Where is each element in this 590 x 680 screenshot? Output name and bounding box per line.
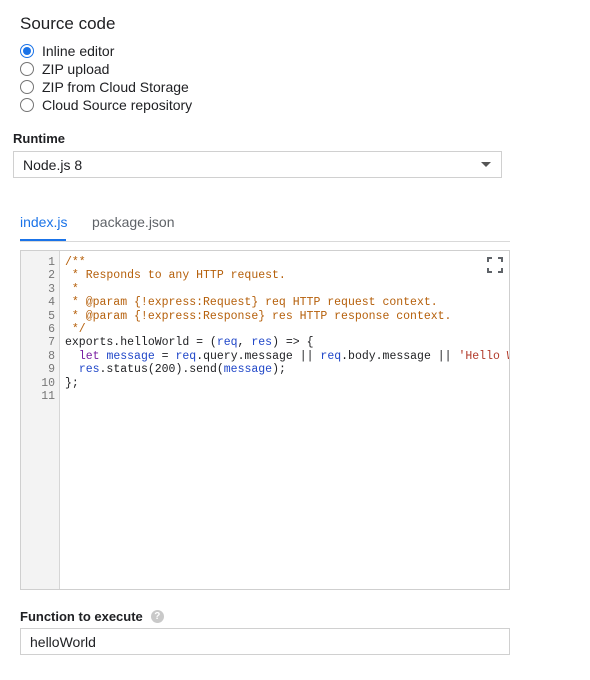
code-line: 7 exports.helloWorld = (req, res) => { — [21, 336, 509, 349]
source-code-title: Source code — [20, 14, 116, 33]
radio-cloud-source-repository[interactable]: Cloud Source repository — [20, 96, 192, 114]
radio-label: Inline editor — [42, 43, 115, 59]
line-number: 6 — [48, 322, 55, 336]
radio-inline-editor[interactable]: Inline editor — [20, 42, 114, 60]
runtime-select[interactable]: Node.js 8 — [13, 151, 502, 178]
line-number: 8 — [48, 349, 55, 363]
line-number: 2 — [48, 269, 55, 283]
line-number: 7 — [48, 336, 55, 350]
radio-zip-upload[interactable]: ZIP upload — [20, 60, 109, 78]
code-line: 6 */ — [21, 323, 509, 336]
code-line: 11 — [21, 390, 509, 403]
line-number: 11 — [41, 389, 55, 403]
code-text: * @param {!express:Request} req HTTP req… — [65, 296, 438, 310]
code-line: 2 * Responds to any HTTP request. — [21, 269, 509, 282]
runtime-label: Runtime — [13, 131, 65, 146]
code-text: * Responds to any HTTP request. — [65, 269, 286, 283]
runtime-value: Node.js 8 — [23, 156, 83, 173]
radio-unselected-icon[interactable] — [20, 62, 34, 76]
code-editor[interactable]: 1/** 2 * Responds to any HTTP request. 3 *… — [20, 250, 510, 590]
line-number: 5 — [48, 309, 55, 323]
radio-label: ZIP upload — [42, 61, 110, 77]
help-icon[interactable]: ? — [150, 610, 164, 623]
code-text: exports.helloWorld = (req, res) => { — [65, 336, 314, 350]
code-text: res.status(200).send(message); — [78, 363, 286, 377]
function-to-execute-input[interactable]: helloWorld — [20, 628, 510, 655]
line-number: 4 — [48, 296, 55, 310]
code-line: 1 /** — [21, 256, 509, 269]
code-text: }; — [65, 376, 79, 390]
function-to-execute-label: Function to execute ? — [20, 609, 164, 624]
code-lines: 1/** 2 * Responds to any HTTP request. 3 *… — [21, 256, 509, 403]
radio-selected-icon[interactable] — [20, 44, 34, 58]
code-text: * — [65, 282, 79, 296]
radio-zip-cloud-storage[interactable]: ZIP from Cloud Storage — [20, 78, 189, 96]
code-line: 10}; — [21, 377, 509, 390]
active-tab-indicator — [20, 239, 66, 241]
fullscreen-icon[interactable] — [487, 257, 503, 273]
code-line: 9 res.status(200).send(message); — [21, 363, 509, 376]
radio-unselected-icon[interactable] — [20, 98, 34, 112]
function-label-text: Function to execute — [20, 609, 143, 624]
tab-package-json[interactable]: package.json — [92, 214, 175, 230]
radio-label: Cloud Source repository — [42, 97, 193, 113]
chevron-down-icon — [481, 162, 491, 167]
radio-unselected-icon[interactable] — [20, 80, 34, 94]
code-text: let message = req.query.message || req.b… — [78, 349, 509, 363]
line-number: 9 — [48, 363, 55, 377]
code-line: 5 * @param {!express:Response} res HTTP … — [21, 310, 509, 323]
line-number: 3 — [48, 282, 55, 296]
line-number: 10 — [41, 376, 55, 390]
radio-label: ZIP from Cloud Storage — [42, 79, 189, 95]
code-line: 3 * — [21, 283, 509, 296]
tab-index-js[interactable]: index.js — [20, 214, 67, 230]
code-line: 4 * @param {!express:Request} req HTTP r… — [21, 296, 509, 309]
function-name-value: helloWorld — [30, 633, 96, 650]
code-text: /** — [65, 256, 86, 269]
line-number: 1 — [48, 256, 55, 269]
code-text: */ — [65, 322, 86, 336]
code-text: * @param {!express:Response} res HTTP re… — [65, 309, 452, 323]
code-line: 8 let message = req.query.message || req… — [21, 350, 509, 363]
editor-tabs: index.js package.json — [20, 206, 510, 242]
